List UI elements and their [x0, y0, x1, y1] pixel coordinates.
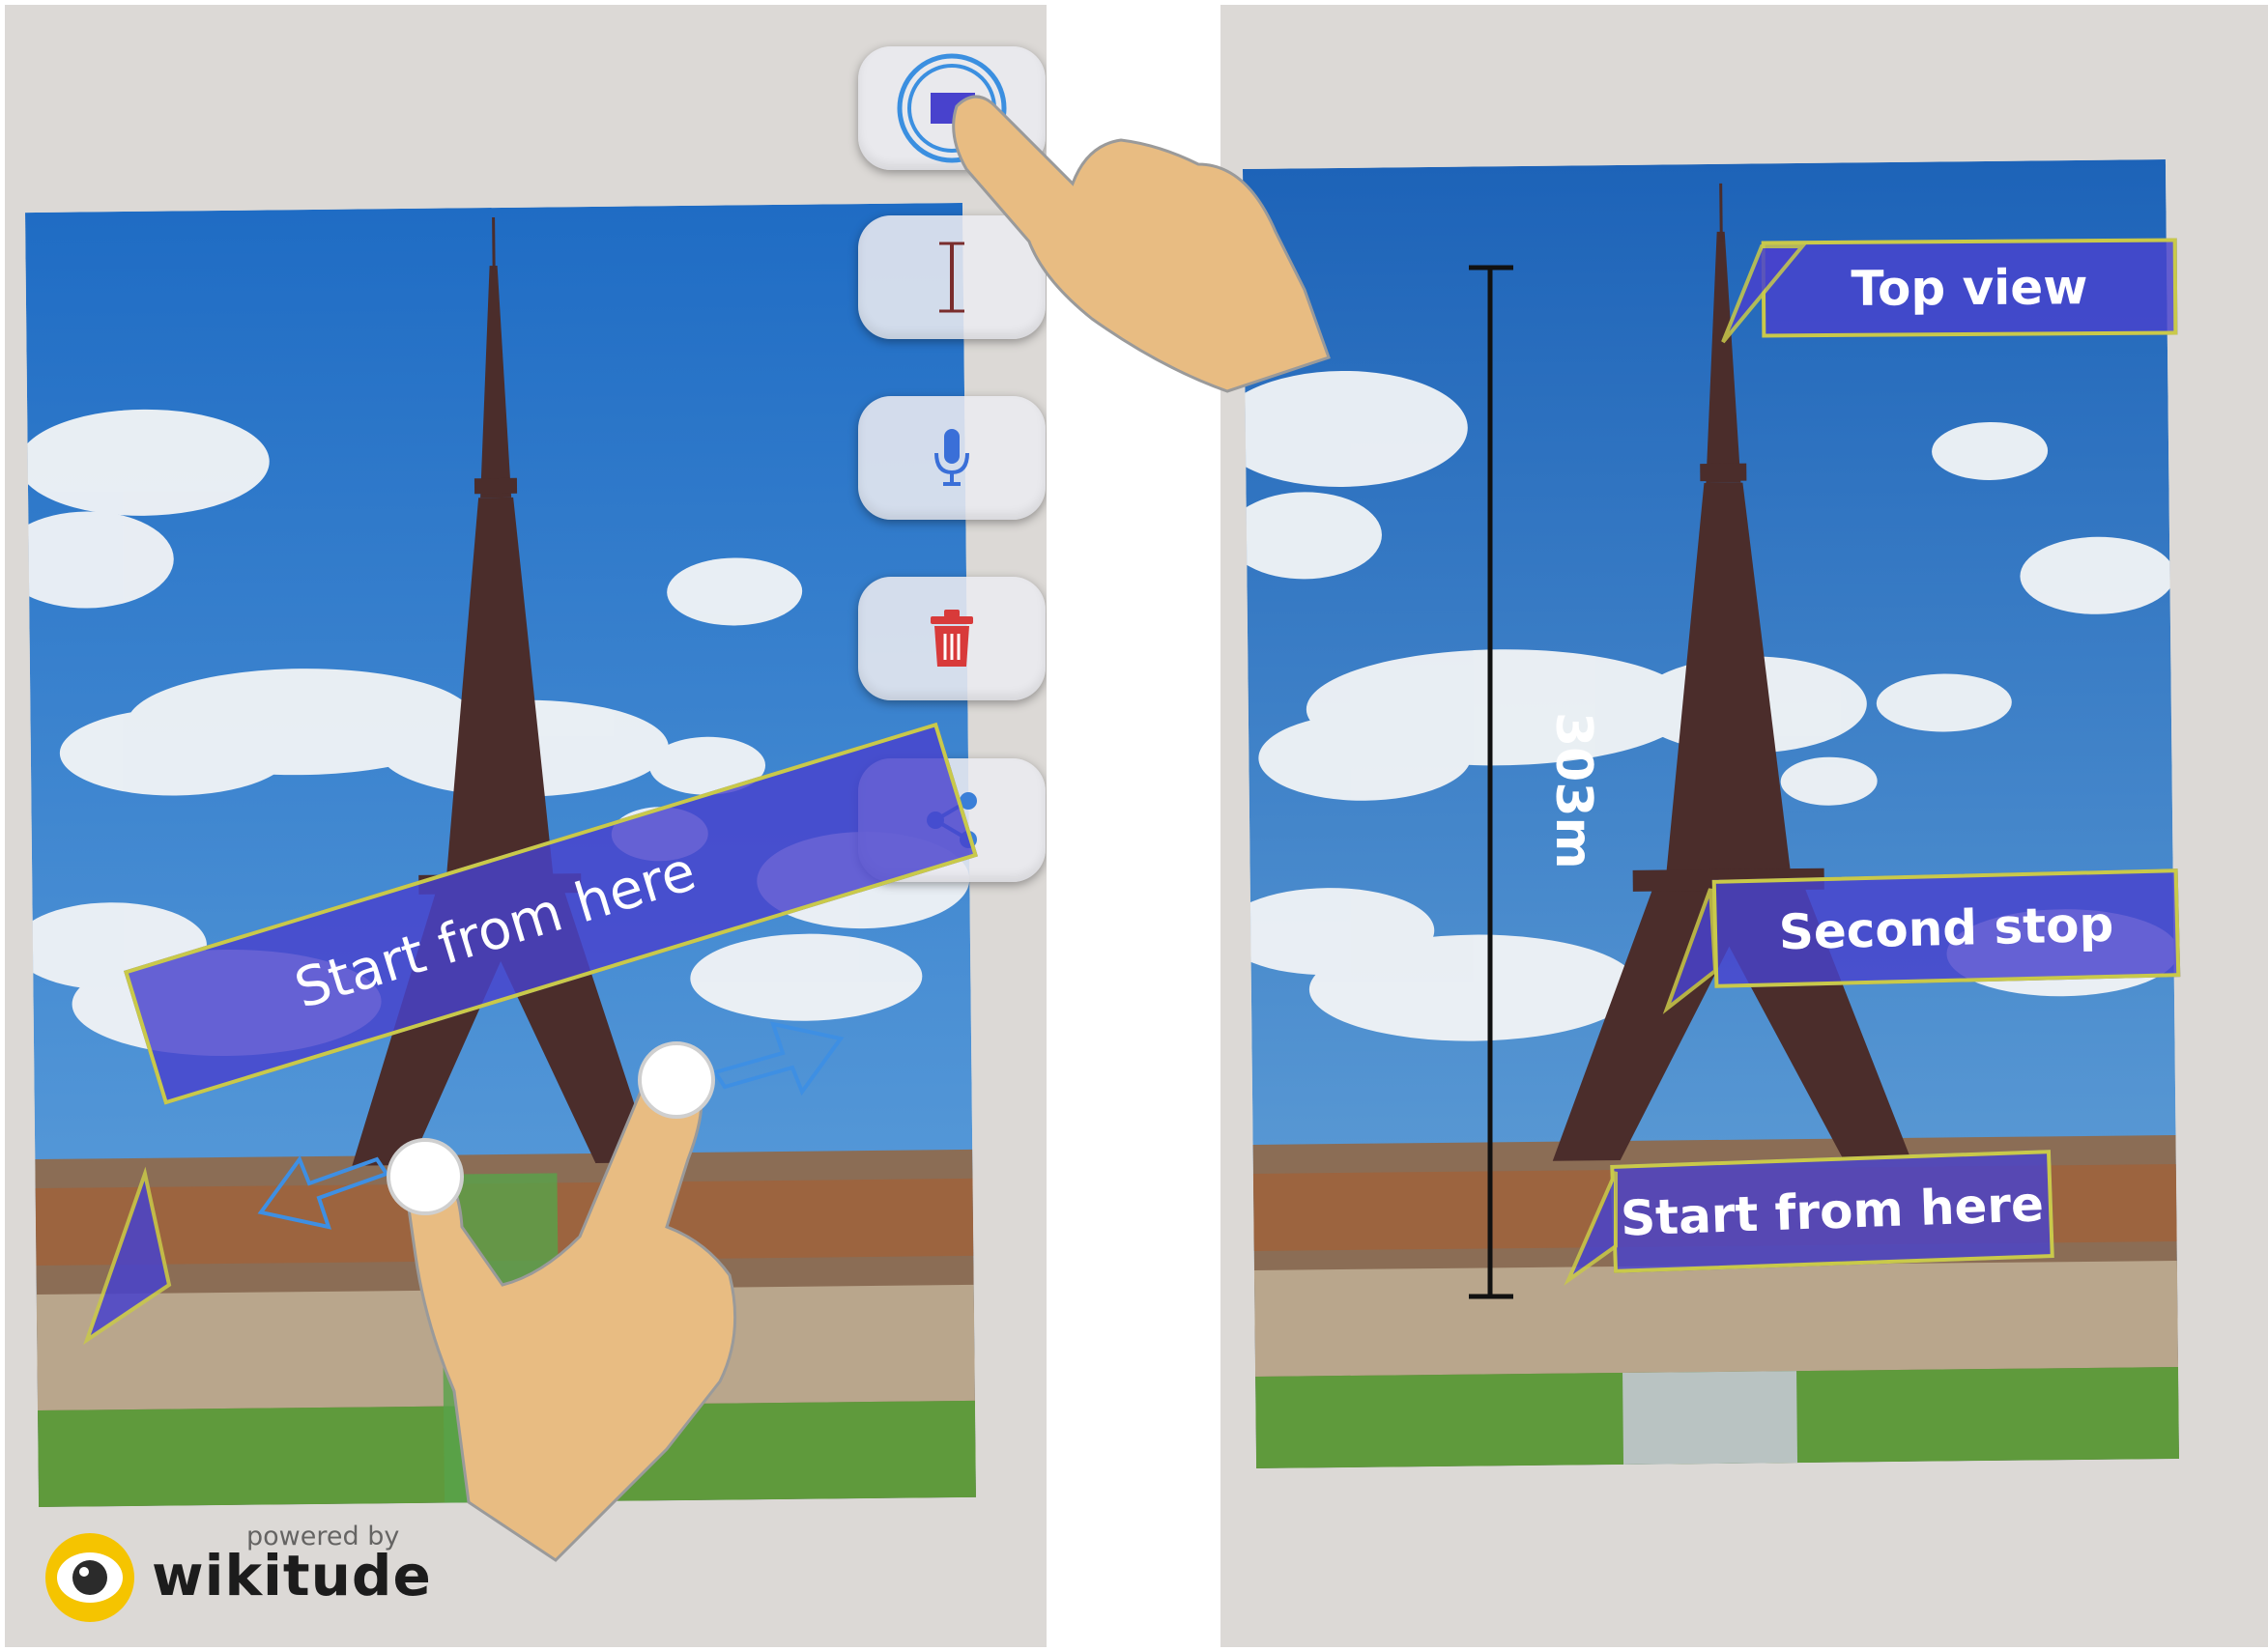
wikitude-logo: powered by wikitude: [43, 1522, 431, 1628]
microphone-icon: [934, 429, 969, 486]
wikitude-eye-icon: [45, 1533, 134, 1622]
label-text: Second stop: [1778, 896, 2114, 961]
label-text: Top view: [1851, 259, 2088, 317]
microphone-button[interactable]: [858, 396, 1046, 520]
height-measurement-label: 303m: [1544, 712, 1602, 869]
text-cursor-icon: [939, 242, 964, 313]
trash-icon: [931, 610, 973, 667]
right-screen: Top view Second stop Start from here: [1220, 5, 2268, 1647]
add-text-button[interactable]: [858, 215, 1046, 339]
add-label-button[interactable]: [858, 46, 1046, 170]
label-box-icon: [897, 53, 1007, 163]
label-top-view[interactable]: Top view: [1761, 238, 2178, 338]
left-screen: Start from here powered by wikitude: [5, 5, 1047, 1647]
label-second-stop[interactable]: Second stop: [1711, 868, 2181, 988]
wikitude-wordmark: wikitude: [152, 1543, 432, 1608]
eiffel-photo-right: [1242, 159, 2180, 1468]
label-start-from-here[interactable]: Start from here: [1610, 1150, 2054, 1273]
delete-button[interactable]: [858, 577, 1046, 700]
label-text: Start from here: [1620, 1176, 2045, 1247]
